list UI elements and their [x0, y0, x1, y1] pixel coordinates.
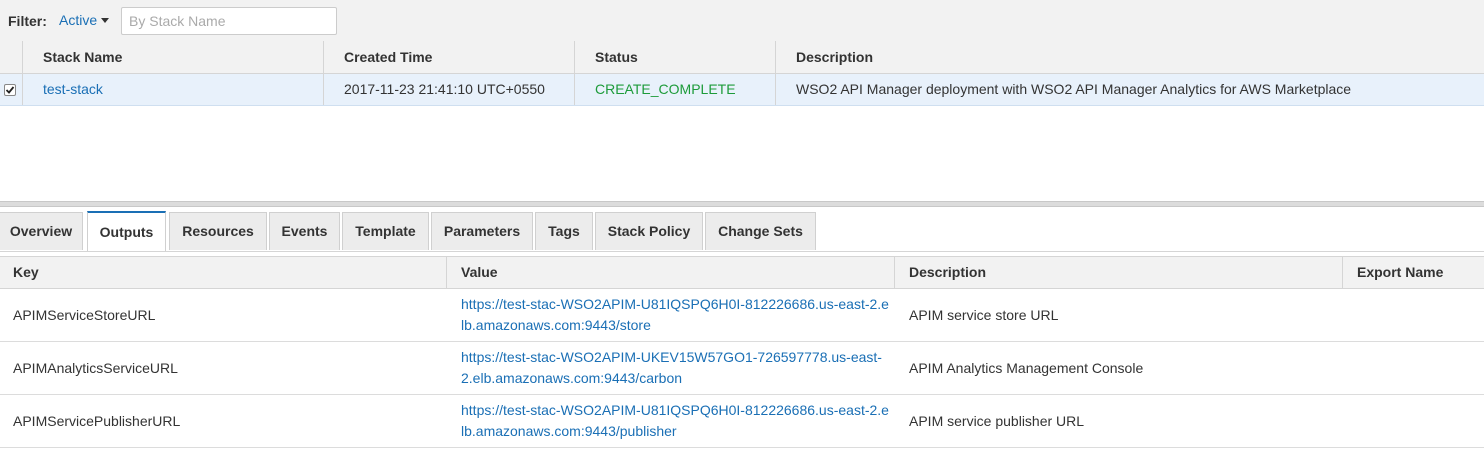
tab-template[interactable]: Template: [342, 212, 429, 250]
output-description: APIM service publisher URL: [909, 413, 1085, 429]
filter-dropdown-value: Active: [59, 12, 98, 28]
tab-events[interactable]: Events: [269, 212, 340, 250]
output-key: APIMServiceStoreURL: [13, 307, 156, 323]
output-export-name: [1343, 395, 1484, 447]
output-value-link[interactable]: https://test-stac-WSO2APIM-U81IQSPQ6H0I-…: [461, 294, 891, 336]
filter-bar: Filter: Active: [0, 0, 1484, 42]
column-header-export-name[interactable]: Export Name: [1343, 257, 1484, 288]
row-select-cell: [0, 74, 23, 105]
caret-down-icon: [101, 17, 110, 23]
detail-tabs: Overview Outputs Resources Events Templa…: [0, 207, 1484, 252]
row-checkbox[interactable]: [4, 84, 16, 96]
checkmark-icon: [5, 86, 15, 94]
output-row: APIMAnalyticsServiceURL https://test-sta…: [0, 342, 1484, 395]
column-header-created-time[interactable]: Created Time: [324, 41, 575, 73]
column-header-value[interactable]: Value: [447, 257, 895, 288]
output-export-name: [1343, 342, 1484, 394]
output-key: APIMServicePublisherURL: [13, 413, 181, 429]
stack-name-search-input[interactable]: [121, 7, 337, 35]
output-key: APIMAnalyticsServiceURL: [13, 360, 178, 376]
outputs-table-header: Key Value Description Export Name: [0, 256, 1484, 289]
stacks-table-header: Stack Name Created Time Status Descripti…: [0, 41, 1484, 74]
column-header-status[interactable]: Status: [575, 41, 776, 73]
output-description: APIM Analytics Management Console: [909, 360, 1144, 376]
column-header-stack-name[interactable]: Stack Name: [23, 41, 324, 73]
filter-label: Filter:: [8, 13, 47, 29]
output-export-name: [1343, 289, 1484, 341]
output-description: APIM service store URL: [909, 307, 1059, 323]
column-header-description[interactable]: Description: [776, 41, 1484, 73]
output-row: APIMServiceStoreURL https://test-stac-WS…: [0, 289, 1484, 342]
tab-outputs[interactable]: Outputs: [87, 211, 166, 251]
output-value-link[interactable]: https://test-stac-WSO2APIM-U81IQSPQ6H0I-…: [461, 400, 891, 442]
tab-overview[interactable]: Overview: [0, 212, 83, 250]
output-value-link[interactable]: https://test-stac-WSO2APIM-UKEV15W57GO1-…: [461, 347, 891, 389]
tab-resources[interactable]: Resources: [169, 212, 267, 250]
stack-created-time: 2017-11-23 21:41:10 UTC+0550: [324, 74, 575, 105]
column-header-key[interactable]: Key: [0, 257, 447, 288]
select-column-header: [0, 41, 23, 73]
stack-status: CREATE_COMPLETE: [575, 74, 776, 105]
tab-tags[interactable]: Tags: [535, 212, 593, 250]
tab-change-sets[interactable]: Change Sets: [705, 212, 816, 250]
tab-parameters[interactable]: Parameters: [431, 212, 533, 250]
stack-description: WSO2 API Manager deployment with WSO2 AP…: [796, 81, 1352, 97]
stack-name-link[interactable]: test-stack: [23, 74, 324, 105]
stack-row[interactable]: test-stack 2017-11-23 21:41:10 UTC+0550 …: [0, 74, 1484, 106]
output-row: APIMServicePublisherURL https://test-sta…: [0, 395, 1484, 448]
tab-stack-policy[interactable]: Stack Policy: [595, 212, 703, 250]
column-header-output-description[interactable]: Description: [895, 257, 1343, 288]
filter-dropdown[interactable]: Active: [59, 12, 110, 28]
